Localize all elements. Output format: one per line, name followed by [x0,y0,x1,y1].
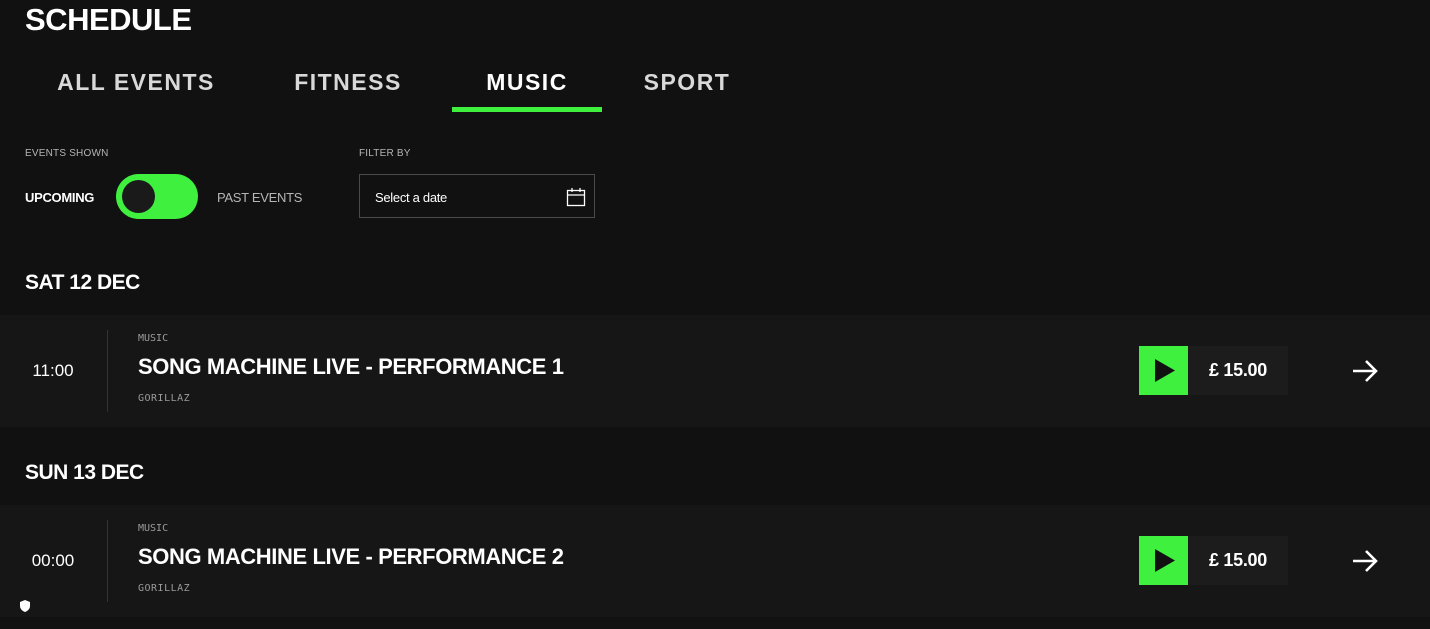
tab-sport[interactable]: SPORT [639,58,735,110]
date-filter-field[interactable]: Select a date [359,174,595,218]
divider [107,520,108,602]
event-price: £ 15.00 [1188,346,1288,395]
day-heading: SAT 12 DEC [25,271,140,294]
toggle-knob [122,180,155,213]
arrow-right-icon[interactable] [1350,548,1380,574]
arrow-right-icon[interactable] [1350,358,1380,384]
day-heading: SUN 13 DEC [25,461,144,484]
tab-label: ALL EVENTS [57,69,215,95]
event-time: 00:00 [31,551,75,570]
event-time: 11:00 [32,361,74,380]
play-icon [1155,549,1175,572]
tab-fitness[interactable]: FITNESS [287,58,409,110]
tab-music[interactable]: MUSIC [452,58,602,112]
event-title[interactable]: SONG MACHINE LIVE - PERFORMANCE 1 [138,354,564,380]
play-icon [1155,359,1175,382]
events-shown-label: EVENTS SHOWN [25,148,109,159]
tab-label: MUSIC [486,69,568,95]
upcoming-label: UPCOMING [25,190,95,205]
divider [107,330,108,412]
tab-label: FITNESS [294,69,402,95]
play-button[interactable] [1139,536,1188,585]
play-button[interactable] [1139,346,1188,395]
event-row[interactable]: 11:00 MUSIC SONG MACHINE LIVE - PERFORMA… [0,315,1430,427]
event-row[interactable]: 00:00 MUSIC SONG MACHINE LIVE - PERFORMA… [0,505,1430,617]
calendar-icon [566,188,586,207]
schedule-page: SCHEDULE ALL EVENTS FITNESS MUSIC SPORT … [0,0,1430,629]
event-artist: GORILLAZ [138,393,191,404]
past-events-label: PAST EVENTS [217,190,303,205]
active-tab-indicator [452,107,602,112]
tab-label: SPORT [643,69,731,95]
event-category: MUSIC [138,523,169,534]
event-price: £ 15.00 [1188,536,1288,585]
page-title: SCHEDULE [25,2,192,37]
events-shown-toggle[interactable] [116,174,198,219]
filter-by-label: FILTER BY [359,148,411,159]
event-title[interactable]: SONG MACHINE LIVE - PERFORMANCE 2 [138,544,564,570]
event-artist: GORILLAZ [138,583,191,594]
event-category: MUSIC [138,333,169,344]
date-placeholder: Select a date [375,190,447,205]
shield-icon[interactable] [18,599,32,613]
tab-all-events[interactable]: ALL EVENTS [25,58,247,110]
